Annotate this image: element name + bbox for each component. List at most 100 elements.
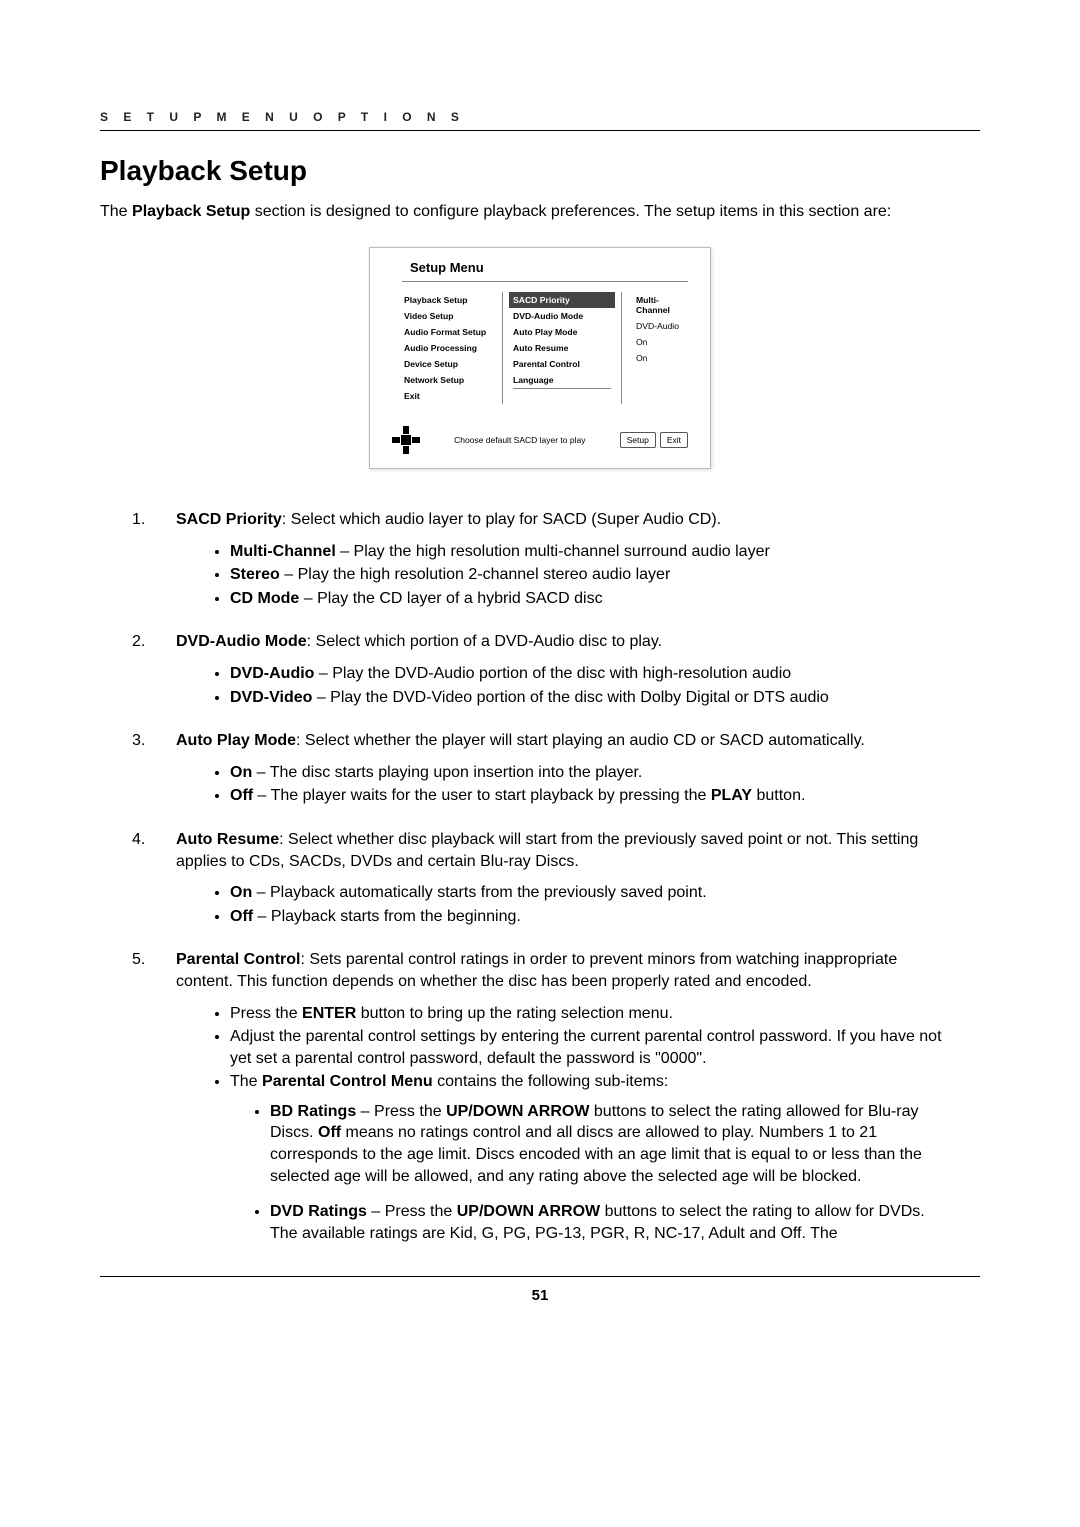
dpad-icon [392,426,420,454]
chip-group: Setup Exit [620,432,688,448]
item-bold: Parental Control [176,951,300,968]
bullet: The Parental Control Menu contains the f… [230,1071,948,1093]
bullet: Adjust the parental control settings by … [230,1026,948,1069]
screenshot-columns: Playback Setup Video Setup Audio Format … [370,282,710,418]
bullet-rest: – Playback automatically starts from the… [252,884,706,901]
bullet-bold: ENTER [302,1005,356,1022]
bullet-bold: Off [230,787,253,804]
bullet: On – Playback automatically starts from … [230,882,948,904]
bullet-bold: Multi-Channel [230,543,336,560]
bullet-rest: – Playback starts from the beginning. [253,908,521,925]
bullet-p2: contains the following sub-items: [433,1073,669,1090]
left-item: Playback Setup [404,292,494,308]
item-1: 1. SACD Priority: Select which audio lay… [132,509,948,609]
item-num: 5. [132,949,158,992]
bullet-bold: DVD-Video [230,689,312,706]
bullet: DVD-Video – Play the DVD-Video portion o… [230,687,948,709]
page-number: 51 [100,1287,980,1304]
mid-item: Language [513,372,611,388]
screenshot-mid-col: SACD Priority DVD-Audio Mode Auto Play M… [502,292,622,404]
item-rest: : Select which portion of a DVD-Audio di… [307,633,662,650]
sub-bullets: BD Ratings – Press the UP/DOWN ARROW but… [230,1101,948,1245]
bullet: Off – The player waits for the user to s… [230,785,948,807]
bullet-p1: Press the [230,1005,302,1022]
bullet-p1: The [230,1073,262,1090]
bullet-rest: – Play the high resolution multi-channel… [336,543,770,560]
item-bullets: Multi-Channel – Play the high resolution… [190,541,948,610]
bullet: On – The disc starts playing upon insert… [230,762,948,784]
right-item: On [636,334,684,350]
bullet-bold: DVD-Audio [230,665,314,682]
right-item-selected: Multi-Channel [636,292,684,318]
chip-setup: Setup [620,432,656,448]
item-bullets: On – The disc starts playing upon insert… [190,762,948,807]
bullet-bold: On [230,764,252,781]
bullet-p1: – The player waits for the user to start… [253,787,711,804]
bullet-rest: – Play the high resolution 2-channel ste… [280,566,670,583]
left-item: Device Setup [404,356,494,372]
sub-bold: BD Ratings [270,1103,356,1120]
item-bullets: Press the ENTER button to bring up the r… [190,1003,948,1093]
item-num: 1. [132,509,158,531]
mid-item-selected: SACD Priority [509,292,615,308]
bullet: Stereo – Play the high resolution 2-chan… [230,564,948,586]
item-bullets: DVD-Audio – Play the DVD-Audio portion o… [190,663,948,708]
sub-bold: DVD Ratings [270,1203,367,1220]
bullet-rest: – Play the DVD-Audio portion of the disc… [314,665,791,682]
bullet: Off – Playback starts from the beginning… [230,906,948,928]
item-4: 4. Auto Resume: Select whether disc play… [132,829,948,927]
item-3: 3. Auto Play Mode: Select whether the pl… [132,730,948,807]
item-2: 2. DVD-Audio Mode: Select which portion … [132,631,948,708]
bullet-rest: Adjust the parental control settings by … [230,1028,942,1067]
left-item: Network Setup [404,372,494,388]
item-num: 2. [132,631,158,653]
bullet: DVD-Audio – Play the DVD-Audio portion o… [230,663,948,685]
intro-suffix: section is designed to configure playbac… [250,203,891,220]
page-title: Playback Setup [100,155,980,187]
item-5: 5. Parental Control: Sets parental contr… [132,949,948,1244]
left-item: Audio Processing [404,340,494,356]
rule-top [100,130,980,131]
bullet-rest: – Play the CD layer of a hybrid SACD dis… [299,590,602,607]
item-bold: Auto Resume [176,831,279,848]
item-bold: DVD-Audio Mode [176,633,307,650]
bullet-bold2: PLAY [711,787,752,804]
sub-p1: – Press the [356,1103,446,1120]
mid-underline [513,388,611,389]
item-bold: Auto Play Mode [176,732,296,749]
screenshot-hint: Choose default SACD layer to play [428,435,612,445]
right-item: On [636,350,684,366]
mid-item: DVD-Audio Mode [513,308,611,324]
screenshot-left-col: Playback Setup Video Setup Audio Format … [404,292,494,404]
mid-item: Parental Control [513,356,611,372]
bullet: CD Mode – Play the CD layer of a hybrid … [230,588,948,610]
bullet: Multi-Channel – Play the high resolution… [230,541,948,563]
sub-p3: means no ratings control and all discs a… [270,1124,922,1184]
sub-bold2: UP/DOWN ARROW [446,1103,589,1120]
screenshot-title: Setup Menu [370,248,710,281]
intro-text: The Playback Setup section is designed t… [100,203,980,221]
item-rest: : Select whether the player will start p… [296,732,865,749]
sub-bullet: BD Ratings – Press the UP/DOWN ARROW but… [270,1101,948,1187]
item-rest: : Select which audio layer to play for S… [282,511,721,528]
item-bold: SACD Priority [176,511,282,528]
item-num: 3. [132,730,158,752]
screenshot-tray: Choose default SACD layer to play Setup … [370,418,710,468]
rule-bottom [100,1276,980,1277]
sub-off: Off [318,1124,341,1141]
bullet-bold: Off [230,908,253,925]
mid-item: Auto Play Mode [513,324,611,340]
bullet-bold: CD Mode [230,590,299,607]
bullet-rest: – The disc starts playing upon insertion… [252,764,642,781]
chip-exit: Exit [660,432,688,448]
bullet-p2: button to bring up the rating selection … [356,1005,673,1022]
bullet: Press the ENTER button to bring up the r… [230,1003,948,1025]
bullet-bold: Parental Control Menu [262,1073,433,1090]
screenshot-right-col: Multi-Channel DVD-Audio On On [630,292,684,404]
intro-bold: Playback Setup [132,203,250,220]
item-rest: : Select whether disc playback will star… [176,831,918,870]
item-num: 4. [132,829,158,872]
left-item: Video Setup [404,308,494,324]
sub-bullet: DVD Ratings – Press the UP/DOWN ARROW bu… [270,1201,948,1244]
bullet-bold: Stereo [230,566,280,583]
